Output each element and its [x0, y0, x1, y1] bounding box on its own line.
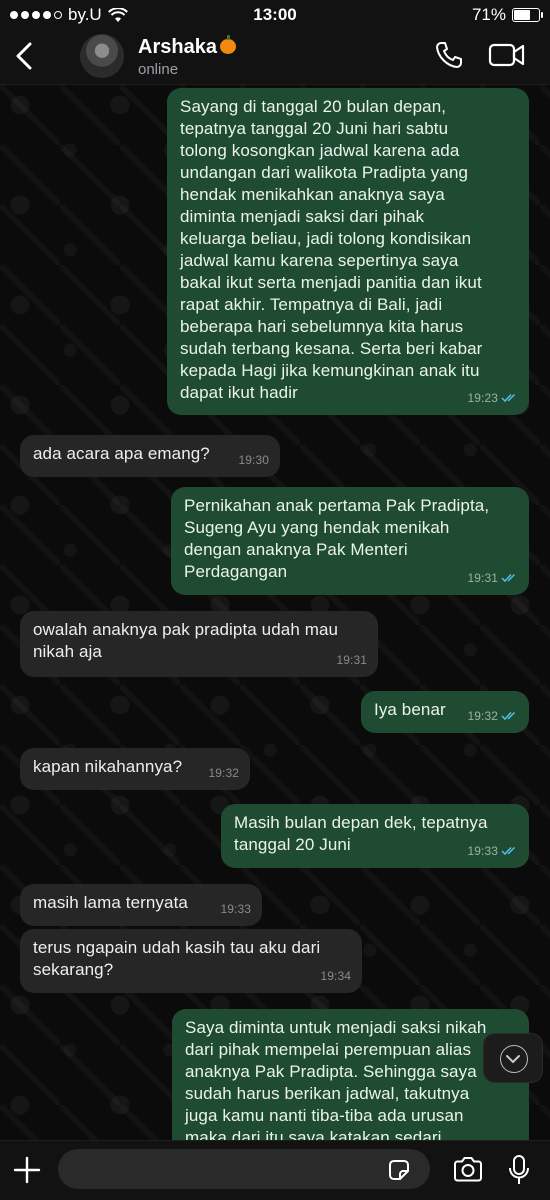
chat-header: Arshaka online — [0, 28, 550, 85]
message-time: 19:32 — [467, 709, 498, 723]
message-bubble-out[interactable]: Pernikahan anak pertama Pak Pradipta, Su… — [171, 487, 529, 595]
message-bubble-in[interactable]: masih lama ternyata 19:33 — [20, 884, 262, 926]
avatar[interactable] — [80, 34, 124, 78]
message-time: 19:33 — [220, 902, 251, 916]
pumpkin-emoji-icon — [219, 35, 236, 54]
message-time: 19:32 — [208, 766, 239, 780]
camera-button[interactable] — [452, 1155, 484, 1185]
video-camera-icon — [488, 43, 525, 67]
video-call-button[interactable] — [488, 40, 526, 70]
battery-icon — [512, 8, 543, 22]
read-ticks-icon — [501, 393, 516, 403]
contact-name-text: Arshaka — [138, 36, 217, 58]
clock: 13:00 — [253, 5, 297, 24]
message-time: 19:34 — [320, 969, 351, 983]
scroll-to-bottom-button[interactable] — [483, 1033, 543, 1083]
phone-icon — [436, 42, 462, 68]
message-bubble-in[interactable]: owalah anaknya pak pradipta udah mau nik… — [20, 611, 378, 677]
message-bubble-out[interactable]: Masih bulan depan dek, tepatnya tanggal … — [221, 804, 529, 868]
message-time: 19:31 — [467, 571, 498, 585]
plus-icon — [13, 1156, 41, 1184]
message-text: terus ngapain udah kasih tau aku dari se… — [33, 938, 321, 979]
message-text: kapan nikahannya? — [33, 757, 183, 776]
chat-area[interactable]: Sayang di tanggal 20 bulan depan, tepatn… — [0, 85, 550, 1140]
back-button[interactable] — [8, 36, 42, 76]
chevron-left-icon — [16, 42, 32, 70]
voice-call-button[interactable] — [434, 40, 464, 70]
message-time: 19:30 — [238, 453, 269, 467]
message-bubble-in[interactable]: kapan nikahannya? 19:32 — [20, 748, 250, 790]
contact-status: online — [138, 61, 179, 78]
message-text: owalah anaknya pak pradipta udah mau nik… — [33, 620, 339, 661]
camera-icon — [454, 1157, 482, 1182]
sticker-icon — [389, 1160, 409, 1180]
battery-percent: 71% — [471, 5, 506, 24]
message-time: 19:33 — [467, 844, 498, 858]
message-bubble-out[interactable]: Sayang di tanggal 20 bulan depan, tepatn… — [167, 88, 529, 415]
message-bubble-out[interactable]: Saya diminta untuk menjadi saksi nikah d… — [172, 1009, 529, 1140]
message-bubble-in[interactable]: terus ngapain udah kasih tau aku dari se… — [20, 929, 362, 993]
message-bubble-in[interactable]: ada acara apa emang? 19:30 — [20, 435, 280, 477]
message-text: Sayang di tanggal 20 bulan depan, tepatn… — [180, 97, 483, 402]
contact-name[interactable]: Arshaka — [138, 35, 236, 59]
voice-message-button[interactable] — [506, 1153, 532, 1187]
composer-bar — [0, 1140, 550, 1200]
sticker-button[interactable] — [386, 1157, 412, 1183]
read-ticks-icon — [501, 573, 516, 583]
message-bubble-out[interactable]: Iya benar 19:32 — [361, 691, 529, 733]
message-text: masih lama ternyata — [33, 893, 188, 912]
message-text: ada acara apa emang? — [33, 444, 210, 463]
message-time: 19:23 — [467, 391, 498, 405]
status-bar: by.U 13:00 71% — [0, 0, 550, 28]
attach-button[interactable] — [12, 1155, 42, 1185]
chevron-down-icon — [506, 1055, 520, 1064]
message-text: Saya diminta untuk menjadi saksi nikah d… — [185, 1018, 487, 1140]
microphone-icon — [509, 1155, 529, 1184]
read-ticks-icon — [501, 846, 516, 856]
read-ticks-icon — [501, 711, 516, 721]
message-time: 19:31 — [336, 653, 367, 667]
message-input[interactable] — [58, 1149, 430, 1189]
